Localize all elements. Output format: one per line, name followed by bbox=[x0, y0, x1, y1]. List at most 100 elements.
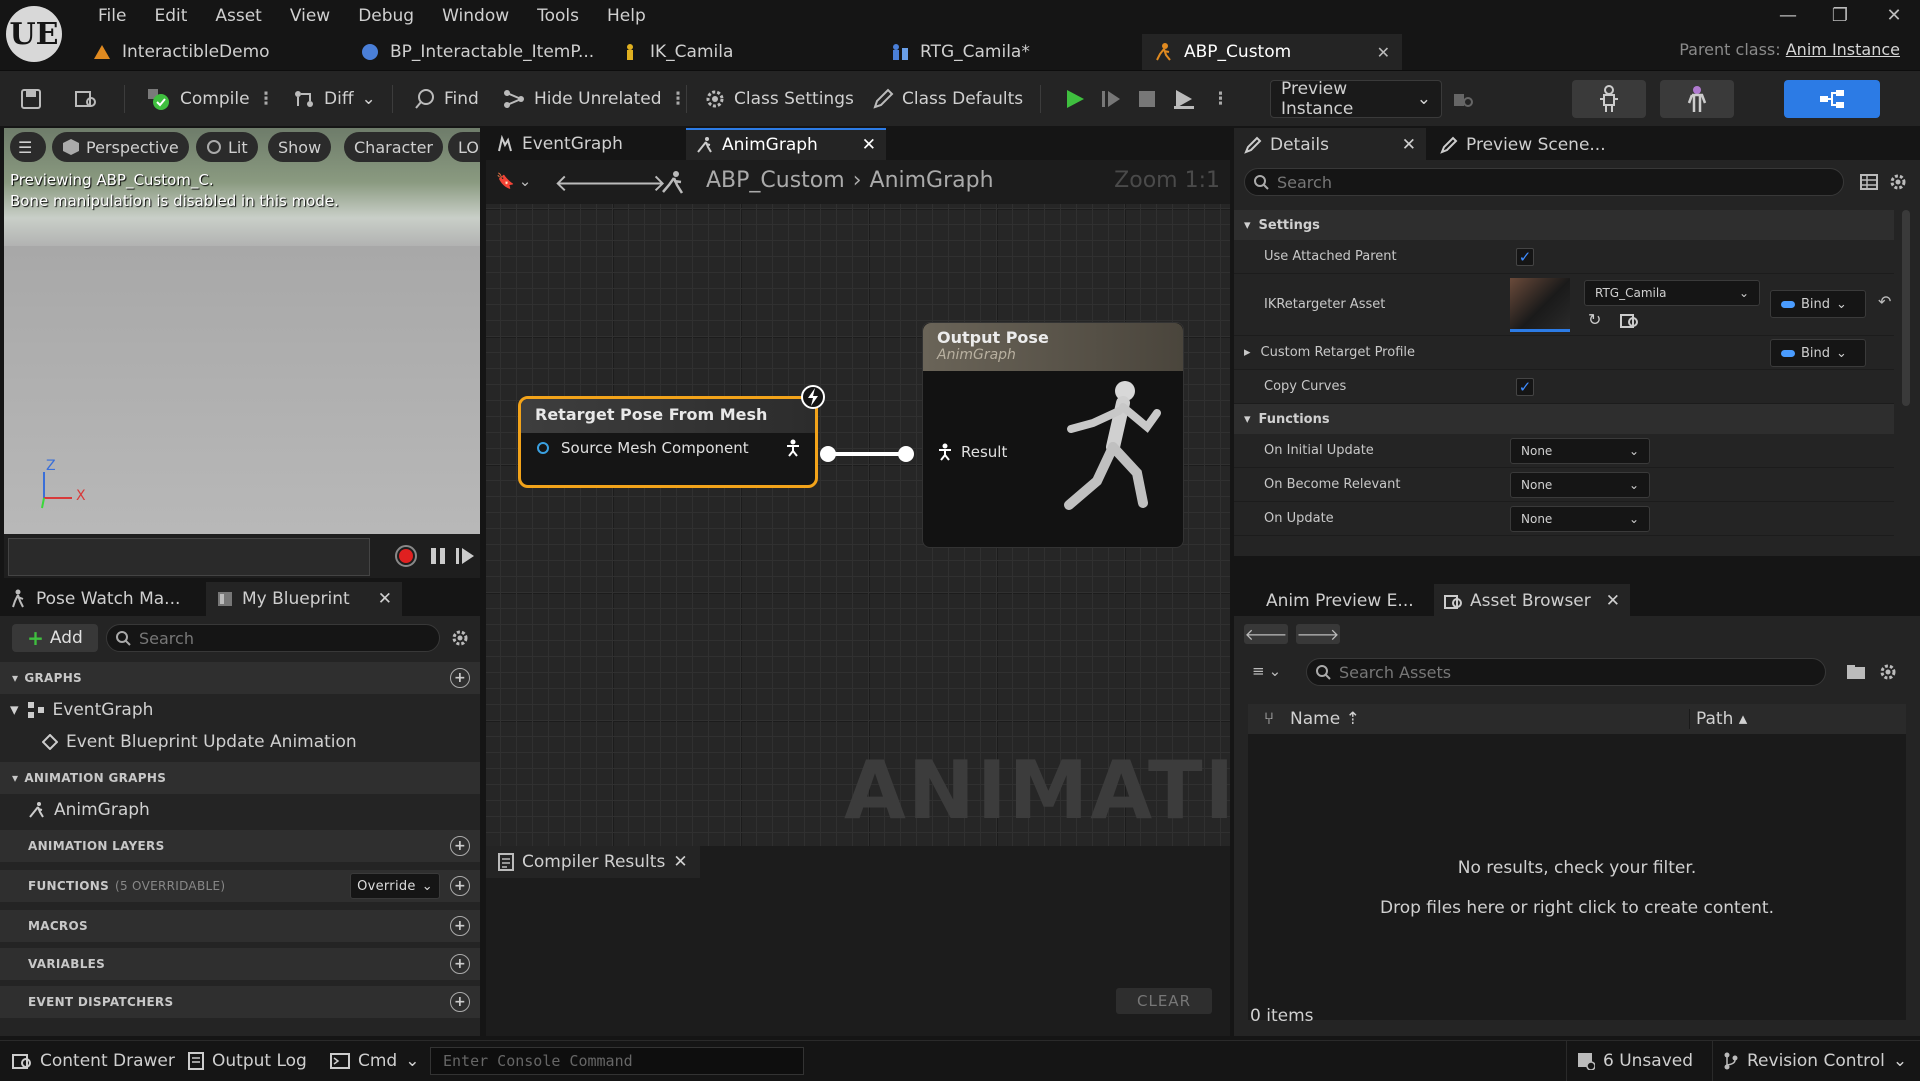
menu-debug[interactable]: Debug bbox=[344, 6, 428, 26]
find-button[interactable]: Find bbox=[414, 71, 479, 127]
use-selected-icon[interactable]: ↻ bbox=[1588, 310, 1601, 329]
section-functions[interactable]: ▾ Functions bbox=[1234, 404, 1894, 434]
asset-thumbnail[interactable] bbox=[1510, 278, 1570, 332]
details-scrollbar[interactable] bbox=[1902, 210, 1910, 406]
breadcrumb-item[interactable]: AnimGraph bbox=[870, 168, 994, 193]
compile-button[interactable]: Compile ⋮ bbox=[146, 71, 275, 127]
timeline-scrubber[interactable] bbox=[8, 538, 370, 576]
reset-arrow-icon[interactable]: ↶ bbox=[1878, 292, 1891, 311]
minimize-button[interactable]: — bbox=[1768, 2, 1808, 28]
section-event-dispatchers[interactable]: EVENT DISPATCHERS + bbox=[0, 986, 480, 1018]
perspective-button[interactable]: Perspective bbox=[52, 132, 189, 162]
play-more-options[interactable]: ⋮ bbox=[1212, 71, 1229, 127]
bind-button[interactable]: Bind ⌄ bbox=[1770, 339, 1866, 367]
close-icon[interactable]: ✕ bbox=[1606, 591, 1620, 611]
revision-control-button[interactable]: Revision Control ⌄ bbox=[1712, 1041, 1917, 1081]
expand-arrow-icon[interactable]: ▸ bbox=[1244, 345, 1251, 360]
output-log-button[interactable]: Output Log bbox=[178, 1041, 317, 1081]
preview-instance-dropdown[interactable]: Preview Instance ⌄ bbox=[1270, 79, 1442, 119]
anim-graph-canvas[interactable]: ANIMATION Retarget Pose From Mesh Source… bbox=[486, 204, 1230, 846]
section-macros[interactable]: MACROS + bbox=[0, 910, 480, 942]
doc-tab-ik-camila[interactable]: IK_Camila bbox=[608, 34, 878, 70]
add-button[interactable]: + Add bbox=[12, 624, 98, 652]
ikretargeter-asset-dropdown[interactable]: RTG_Camila ⌄ bbox=[1584, 280, 1760, 306]
save-button[interactable] bbox=[20, 71, 42, 127]
doc-tab-rtg-camila[interactable]: RTG_Camila* bbox=[876, 34, 1146, 70]
menu-edit[interactable]: Edit bbox=[140, 6, 201, 26]
add-variable-icon[interactable]: + bbox=[450, 954, 470, 974]
close-icon[interactable]: ✕ bbox=[862, 135, 876, 155]
menu-tools[interactable]: Tools bbox=[523, 6, 593, 26]
console-command-input[interactable]: Enter Console Command bbox=[430, 1047, 804, 1075]
gear-icon[interactable] bbox=[1888, 172, 1908, 192]
skeleton-mode-button[interactable] bbox=[1572, 80, 1646, 118]
lit-button[interactable]: Lit bbox=[196, 132, 258, 162]
diff-button[interactable]: Diff ⌄ bbox=[292, 71, 376, 127]
section-animation-layers[interactable]: ANIMATION LAYERS + bbox=[0, 830, 480, 862]
cmd-dropdown[interactable]: Cmd ⌄ bbox=[320, 1041, 429, 1081]
compile-options-icon[interactable]: ⋮ bbox=[258, 89, 275, 109]
unsaved-button[interactable]: 6 Unsaved bbox=[1566, 1041, 1703, 1081]
tab-asset-browser[interactable]: Asset Browser ✕ bbox=[1434, 584, 1630, 618]
close-icon[interactable]: ✕ bbox=[673, 852, 687, 872]
my-blueprint-search-input[interactable]: Search bbox=[106, 624, 440, 652]
unreal-logo[interactable]: UE bbox=[6, 6, 62, 62]
menu-file[interactable]: File bbox=[84, 6, 140, 26]
tab-details[interactable]: Details ✕ bbox=[1234, 128, 1426, 162]
doc-tab-abp-custom[interactable]: ABP_Custom ✕ bbox=[1142, 34, 1402, 70]
clear-button[interactable]: CLEAR bbox=[1116, 988, 1212, 1014]
tab-pose-watch-manager[interactable]: Pose Watch Ma... bbox=[0, 582, 206, 616]
pause-button[interactable] bbox=[428, 546, 448, 566]
add-function-icon[interactable]: + bbox=[450, 876, 470, 896]
doc-tab-bp-interactable[interactable]: BP_Interactable_ItemP... bbox=[348, 34, 608, 70]
table-view-icon[interactable] bbox=[1860, 174, 1878, 190]
close-icon[interactable]: ✕ bbox=[378, 589, 392, 609]
tab-my-blueprint[interactable]: My Blueprint ✕ bbox=[206, 582, 402, 616]
asset-list[interactable]: ⑂ Name ⇡ Path ▴ No results, check your f… bbox=[1248, 704, 1906, 1020]
menu-help[interactable]: Help bbox=[593, 6, 660, 26]
close-window-button[interactable]: ✕ bbox=[1874, 2, 1914, 28]
column-name[interactable]: Name ⇡ bbox=[1290, 709, 1690, 729]
override-dropdown[interactable]: Override ⌄ bbox=[350, 873, 440, 899]
add-macro-icon[interactable]: + bbox=[450, 916, 470, 936]
parent-class-link[interactable]: Anim Instance bbox=[1786, 40, 1900, 59]
browse-button[interactable] bbox=[74, 71, 98, 127]
class-settings-button[interactable]: Class Settings bbox=[704, 71, 854, 127]
on-initial-update-dropdown[interactable]: None ⌄ bbox=[1510, 437, 1650, 464]
mesh-mode-button[interactable] bbox=[1660, 80, 1734, 118]
more-options-icon[interactable]: ⋮ bbox=[670, 89, 687, 109]
section-functions[interactable]: FUNCTIONS (5 OVERRIDABLE) Override ⌄ + bbox=[0, 870, 480, 902]
step-forward-button[interactable] bbox=[454, 546, 476, 566]
lod-button[interactable]: LOI bbox=[448, 132, 480, 162]
hide-unrelated-button[interactable]: Hide Unrelated ⋮ bbox=[502, 71, 687, 127]
add-layer-icon[interactable]: + bbox=[450, 836, 470, 856]
show-button[interactable]: Show bbox=[268, 132, 332, 162]
menu-asset[interactable]: Asset bbox=[201, 6, 275, 26]
forward-arrow-icon[interactable]: 🡒 bbox=[602, 168, 666, 197]
step-button[interactable] bbox=[1100, 71, 1122, 127]
object-pin-icon[interactable] bbox=[535, 440, 551, 456]
pose-pin-icon[interactable] bbox=[785, 439, 801, 457]
play-button[interactable] bbox=[1064, 71, 1086, 127]
folder-icon[interactable] bbox=[1846, 664, 1866, 680]
add-graph-icon[interactable]: + bbox=[450, 668, 470, 688]
add-dispatcher-icon[interactable]: + bbox=[450, 992, 470, 1012]
stop-button[interactable] bbox=[1136, 71, 1158, 127]
tab-anim-preview-editor[interactable]: Anim Preview E... bbox=[1234, 584, 1434, 618]
on-update-dropdown[interactable]: None ⌄ bbox=[1510, 505, 1650, 532]
pose-pin-icon[interactable] bbox=[937, 443, 953, 461]
close-icon[interactable]: ✕ bbox=[1377, 43, 1390, 62]
maximize-button[interactable]: ❐ bbox=[1820, 2, 1860, 28]
preview-viewport[interactable]: ☰ Perspective Lit Show Character LOI Pre… bbox=[4, 128, 480, 534]
section-animation-graphs[interactable]: ▾ ANIMATION GRAPHS bbox=[0, 762, 480, 794]
gear-icon[interactable] bbox=[450, 628, 470, 648]
asset-search-input[interactable]: Search Assets bbox=[1306, 658, 1826, 686]
back-arrow-icon[interactable]: 🡐 bbox=[1244, 624, 1288, 644]
list-item-event-update[interactable]: Event Blueprint Update Animation bbox=[0, 726, 480, 758]
copy-curves-checkbox[interactable]: ✓ bbox=[1516, 377, 1534, 396]
eject-play-button[interactable] bbox=[1172, 71, 1196, 127]
class-defaults-button[interactable]: Class Defaults bbox=[872, 71, 1023, 127]
section-graphs[interactable]: ▾ GRAPHS + bbox=[0, 662, 480, 694]
node-output-pose[interactable]: Output Pose AnimGraph Result bbox=[922, 322, 1184, 548]
debug-object-button[interactable] bbox=[1452, 71, 1474, 127]
